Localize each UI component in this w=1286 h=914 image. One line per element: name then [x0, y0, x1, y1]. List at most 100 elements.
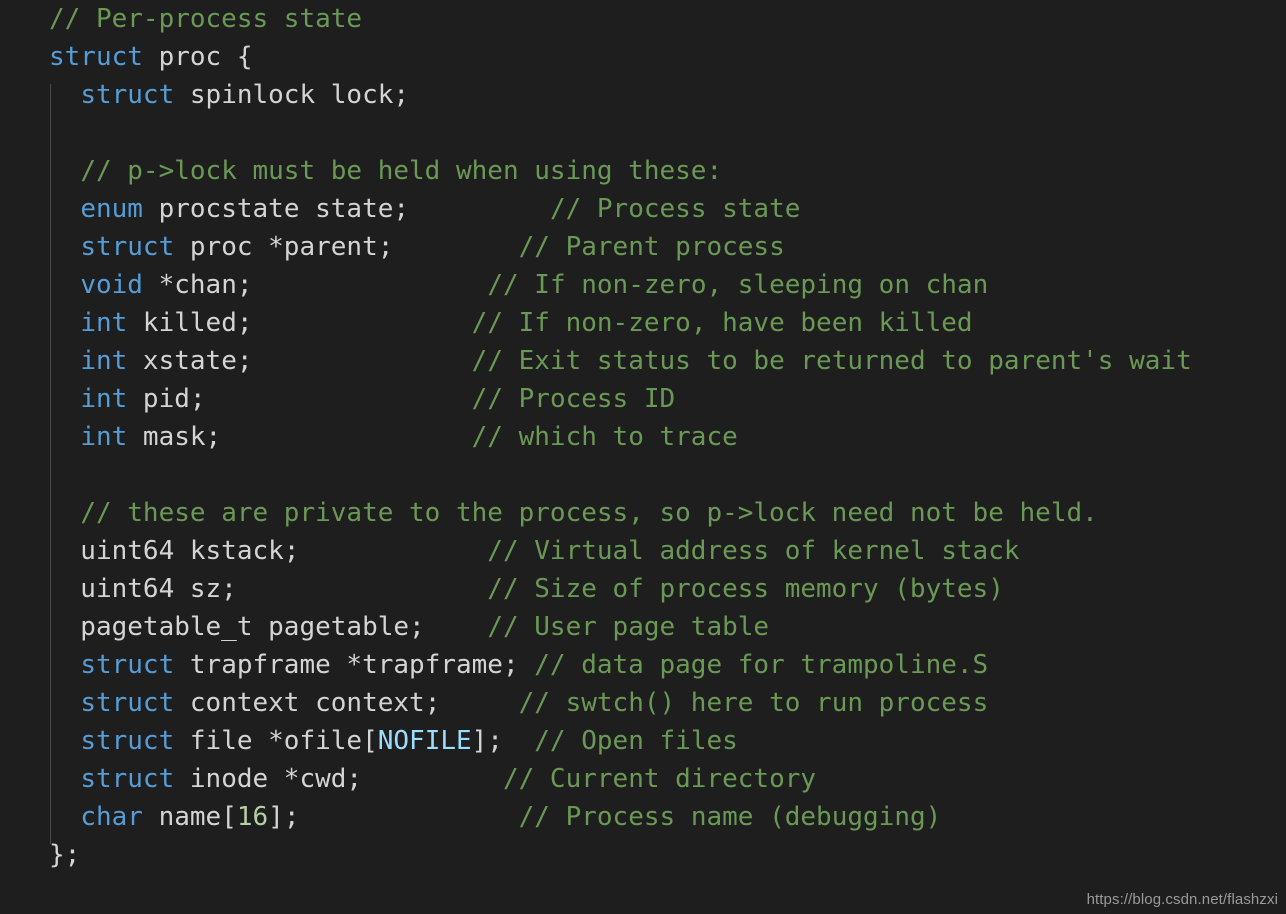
code-token-keyword: int — [80, 346, 128, 376]
code-token-plain: }; — [49, 840, 81, 870]
code-token-plain: inode *cwd; — [174, 764, 363, 794]
code-line[interactable]: struct proc { — [0, 38, 1192, 76]
code-token-comment: // Process name (debugging) — [518, 802, 942, 832]
code-token-plain: context context; — [174, 688, 441, 718]
code-token-plain: *chan; — [142, 270, 253, 300]
code-token-comment: // Process ID — [471, 384, 676, 414]
code-token-keyword: int — [80, 308, 128, 338]
code-line[interactable]: struct spinlock lock; — [0, 76, 1192, 114]
code-token-keyword: struct — [49, 42, 143, 72]
code-token-comment: // Open files — [534, 726, 738, 756]
code-token-comment: // p->lock must be held when using these… — [80, 156, 723, 186]
watermark-text: https://blog.csdn.net/flashzxi — [1086, 891, 1278, 908]
code-token-keyword: struct — [80, 688, 175, 718]
code-token-comment: // Size of process memory (bytes) — [487, 574, 1004, 604]
code-line[interactable]: int xstate; // Exit status to be returne… — [0, 342, 1192, 380]
code-token-plain: proc *parent; — [174, 232, 394, 262]
code-token-plain: name[ — [142, 802, 237, 832]
code-token-keyword: struct — [80, 232, 175, 262]
code-line[interactable]: // these are private to the process, so … — [0, 494, 1192, 532]
code-token-keyword: struct — [80, 764, 175, 794]
code-token-keyword: void — [80, 270, 143, 300]
code-line[interactable] — [0, 114, 1192, 152]
code-content[interactable]: // Per-process state struct proc { struct… — [0, 0, 1192, 874]
code-token-plain: pagetable_t pagetable; — [49, 612, 425, 642]
code-line[interactable] — [0, 456, 1192, 494]
code-line[interactable]: struct proc *parent; // Parent process — [0, 228, 1192, 266]
code-token-comment: // Parent process — [518, 232, 785, 262]
code-token-comment: // which to trace — [471, 422, 738, 452]
code-token-plain: uint64 sz; — [49, 574, 237, 604]
code-token-plain: ]; — [268, 802, 300, 832]
code-token-plain: proc { — [142, 42, 253, 72]
code-token-comment: // Exit status to be returned to parent'… — [471, 346, 1192, 376]
code-token-plain: spinlock lock; — [174, 80, 410, 110]
code-line[interactable]: // Per-process state — [0, 0, 1192, 38]
code-token-comment: // If non-zero, sleeping on chan — [487, 270, 989, 300]
code-token-plain: pid; — [127, 384, 206, 414]
code-token-keyword: char — [80, 802, 143, 832]
code-token-comment: // these are private to the process, so … — [80, 498, 1098, 528]
code-editor-viewport: // Per-process state struct proc { struct… — [0, 0, 1286, 914]
code-line[interactable]: struct trapframe *trapframe; // data pag… — [0, 646, 1192, 684]
code-line[interactable]: pagetable_t pagetable; // User page tabl… — [0, 608, 1192, 646]
code-token-keyword: int — [80, 422, 128, 452]
code-token-comment: // data page for trampoline.S — [534, 650, 989, 680]
code-token-comment: // Current directory — [502, 764, 817, 794]
code-line[interactable]: int mask; // which to trace — [0, 418, 1192, 456]
code-line[interactable]: struct context context; // swtch() here … — [0, 684, 1192, 722]
code-token-keyword: struct — [80, 80, 175, 110]
code-line[interactable]: struct file *ofile[NOFILE]; // Open file… — [0, 722, 1192, 760]
code-token-keyword: enum — [80, 194, 143, 224]
code-token-comment: // If non-zero, have been killed — [471, 308, 973, 338]
code-line[interactable]: }; — [0, 836, 1192, 874]
code-token-keyword: struct — [80, 726, 175, 756]
code-token-plain: procstate state; — [142, 194, 410, 224]
code-token-plain: ]; — [471, 726, 503, 756]
code-token-plain: trapframe *trapframe; — [174, 650, 535, 680]
code-line[interactable]: int pid; // Process ID — [0, 380, 1192, 418]
code-token-keyword: struct — [80, 650, 175, 680]
code-token-plain: file *ofile[ — [174, 726, 378, 756]
code-token-plain: xstate; — [127, 346, 253, 376]
code-line[interactable]: uint64 sz; // Size of process memory (by… — [0, 570, 1192, 608]
code-line[interactable]: struct inode *cwd; // Current directory — [0, 760, 1192, 798]
code-line[interactable]: char name[16]; // Process name (debuggin… — [0, 798, 1192, 836]
code-line[interactable]: enum procstate state; // Process state — [0, 190, 1192, 228]
code-token-const: NOFILE — [377, 726, 472, 756]
code-token-plain: mask; — [127, 422, 222, 452]
code-token-plain: uint64 kstack; — [49, 536, 300, 566]
code-token-comment: // Per-process state — [49, 4, 363, 34]
code-line[interactable]: uint64 kstack; // Virtual address of ker… — [0, 532, 1192, 570]
code-line[interactable]: void *chan; // If non-zero, sleeping on … — [0, 266, 1192, 304]
code-line[interactable]: int killed; // If non-zero, have been ki… — [0, 304, 1192, 342]
code-token-comment: // User page table — [487, 612, 770, 642]
code-token-comment: // swtch() here to run process — [518, 688, 989, 718]
code-token-number: 16 — [236, 802, 269, 832]
code-line[interactable]: // p->lock must be held when using these… — [0, 152, 1192, 190]
